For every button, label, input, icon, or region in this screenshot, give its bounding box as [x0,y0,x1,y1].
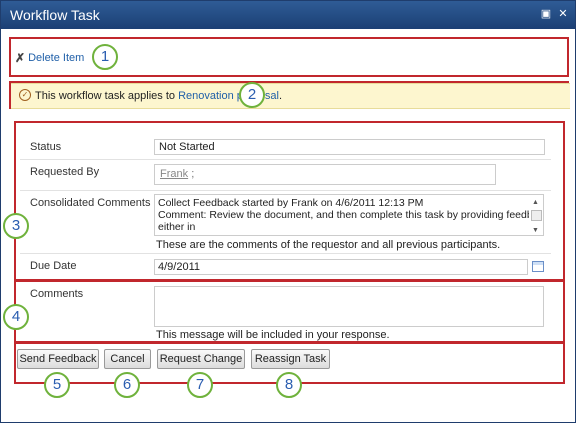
requested-by-value: Frank [160,168,189,180]
due-date-row: Due Date 4/9/2011 [20,254,551,279]
callout-8: 8 [276,372,302,398]
consolidated-comments-label: Consolidated Comments [30,197,151,209]
consolidated-line-2: Comment: Review the document, and then c… [158,209,529,221]
consolidated-line-1: Collect Feedback started by Frank on 4/6… [158,197,424,209]
cancel-button[interactable]: Cancel [104,349,151,369]
workflow-status-icon: ✓ [19,89,31,101]
scroll-down-icon[interactable]: ▼ [531,225,540,237]
callout-1: 1 [92,44,118,70]
requested-by-label: Requested By [30,166,100,178]
notice-prefix: This workflow task applies to [35,90,179,102]
send-feedback-button[interactable]: Send Feedback [17,349,99,369]
status-label: Status [30,141,62,153]
due-date-value: 4/9/2011 [158,261,201,273]
notice-suffix: . [278,90,283,102]
status-row: Status Not Started [20,135,551,160]
due-date-label: Due Date [30,260,77,272]
delete-icon: ✗ [15,51,26,65]
consolidated-line-3: either in [158,221,196,233]
callout-6: 6 [114,372,140,398]
delete-item-label: Delete Item [28,52,85,64]
consolidated-comments-hint: These are the comments of the requestor … [156,239,501,251]
request-change-button[interactable]: Request Change [157,349,245,369]
comments-hint: This message will be included in your re… [156,329,390,341]
scroll-up-icon[interactable]: ▲ [531,197,540,209]
comments-row: Comments This message will be included i… [20,282,551,341]
reassign-task-button[interactable]: Reassign Task [251,349,330,369]
comments-label: Comments [30,288,84,300]
workflow-task-dialog: Workflow Task ▣ ✕ ✗ Delete Item 1 ✓ This… [0,0,576,423]
close-icon[interactable]: ✕ [557,8,569,20]
consolidated-comments-box[interactable]: Collect Feedback started by Frank on 4/6… [154,194,544,236]
dialog-title: Workflow Task [10,7,100,23]
scroll-thumb[interactable] [531,210,542,221]
delete-item-button[interactable]: ✗ Delete Item [15,51,84,65]
status-field[interactable]: Not Started [154,139,545,155]
due-date-input[interactable]: 4/9/2011 [154,259,528,275]
dialog-content: ✗ Delete Item 1 ✓ This workflow task app… [3,29,573,412]
callout-5: 5 [44,372,70,398]
requested-by-separator: ; [191,168,195,180]
callout-4: 4 [3,304,29,330]
requested-by-row: Requested By Frank ; [20,160,551,191]
title-bar: Workflow Task ▣ ✕ [1,1,575,29]
callout-7: 7 [187,372,213,398]
calendar-icon[interactable] [532,261,544,272]
maximize-icon[interactable]: ▣ [540,8,552,20]
comments-textarea[interactable] [154,286,544,327]
consolidated-comments-row: Consolidated Comments Collect Feedback s… [20,191,551,254]
status-value: Not Started [159,141,215,153]
workflow-notice: ✓ This workflow task applies to Renovati… [11,83,570,109]
requested-by-field[interactable]: Frank ; [154,164,496,185]
callout-2: 2 [239,82,265,108]
callout-3: 3 [3,213,29,239]
comments-scrollbar[interactable]: ▲ ▼ [530,197,542,234]
